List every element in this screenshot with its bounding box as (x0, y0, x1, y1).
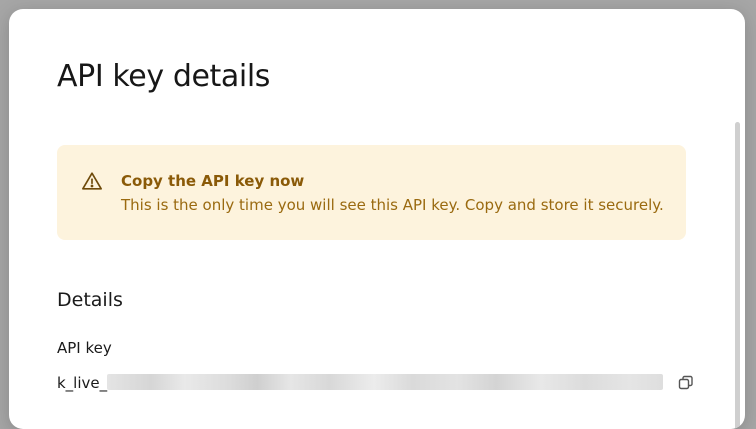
dialog-scrollbar[interactable] (735, 122, 740, 429)
details-heading: Details (57, 289, 123, 311)
api-key-row: k_live_ (57, 371, 697, 395)
dialog-title: API key details (57, 59, 270, 94)
alert-title: Copy the API key now (121, 172, 305, 190)
copy-icon (678, 375, 693, 390)
api-key-redacted-value (107, 374, 663, 390)
api-key-label: API key (57, 339, 112, 357)
alert-message: This is the only time you will see this … (121, 196, 664, 214)
api-key-value[interactable]: k_live_ (57, 373, 107, 393)
api-key-dialog: API key details Copy the API key now Thi… (9, 9, 745, 429)
copy-warning-alert: Copy the API key now This is the only ti… (57, 145, 686, 240)
copy-api-key-button[interactable] (676, 373, 696, 393)
warning-triangle-icon (81, 170, 103, 192)
